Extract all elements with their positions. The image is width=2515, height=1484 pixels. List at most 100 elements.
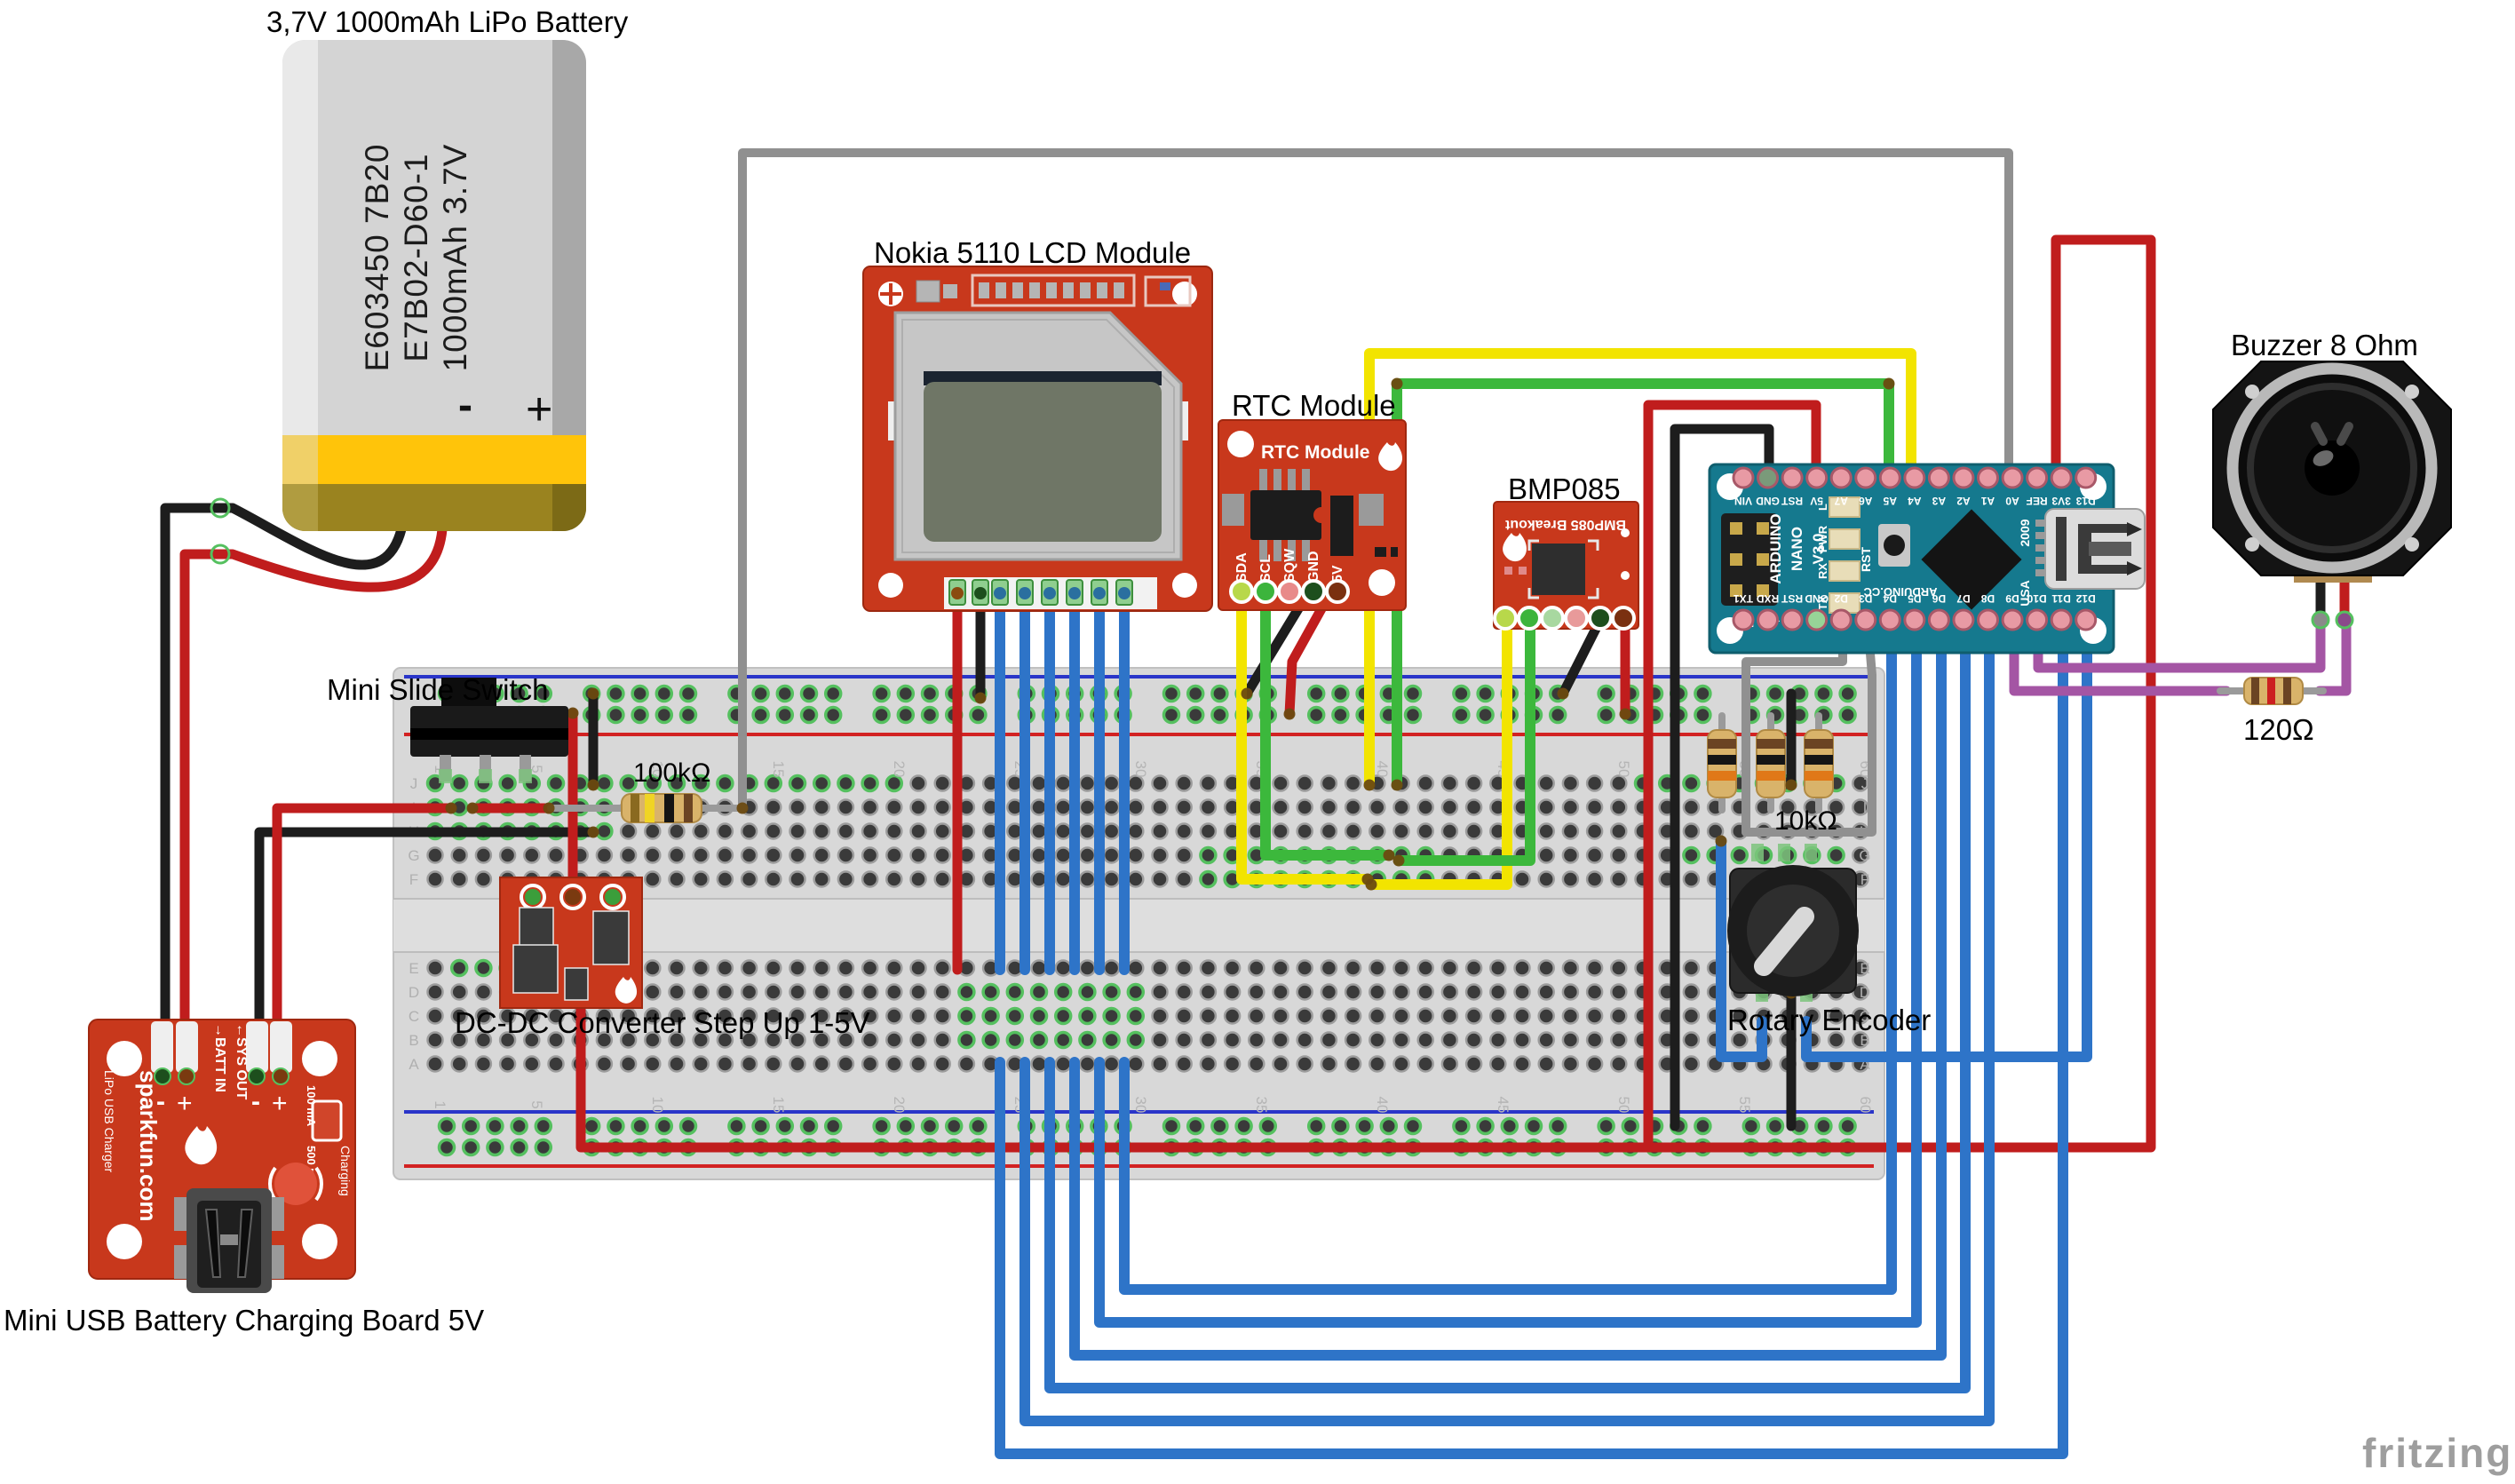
charger-plus1: + [177, 1089, 193, 1118]
resistor-120ohm[interactable] [2244, 678, 2303, 704]
svg-text:1: 1 [432, 1100, 448, 1108]
arduino-nano-board[interactable]: ICSP ARDUINONANOV3.0 LPWRRXTX RST 2009 U… [1710, 464, 2145, 653]
buzzer-speaker[interactable] [2213, 361, 2451, 628]
fritzing-canvas: JJIIHHGGFFEEDDCCBBAA11551010151520202525… [0, 0, 2515, 1484]
svg-text:C: C [409, 1008, 419, 1025]
svg-text:D7: D7 [1956, 592, 1971, 605]
svg-text:E: E [1860, 960, 1869, 977]
nokia-5110-lcd-module[interactable] [863, 266, 1212, 611]
charger-batt-in-label: →BATT IN [212, 1023, 227, 1092]
caption-rtc: RTC Module [1232, 389, 1396, 422]
svg-text:D: D [409, 984, 419, 1001]
charger-sys-out-label: ←SYS OUT [234, 1023, 249, 1099]
charger-charging-label: Charging [338, 1146, 353, 1196]
svg-text:60: 60 [1857, 1097, 1874, 1114]
svg-text:E: E [409, 960, 418, 977]
svg-text:RXD: RXD [1757, 592, 1780, 605]
charger-minus2: - [251, 1087, 260, 1116]
svg-text:15: 15 [770, 761, 787, 778]
svg-text:20: 20 [891, 761, 908, 778]
svg-text:GND: GND [1306, 551, 1321, 583]
svg-text:G: G [1859, 847, 1870, 864]
svg-text:I: I [1863, 799, 1868, 816]
charger-product: LiPo USB Charger [102, 1070, 116, 1173]
svg-text:RST: RST [1781, 495, 1803, 507]
svg-text:20: 20 [891, 1097, 908, 1114]
svg-text:D13: D13 [2075, 495, 2095, 507]
svg-text:D6: D6 [1932, 592, 1946, 605]
svg-text:SQW: SQW [1282, 548, 1297, 583]
svg-text:D8: D8 [1981, 592, 1995, 605]
caption-r100k: 100kΩ [633, 758, 710, 788]
bmp-board-text: BMP085 Breakout [1504, 517, 1626, 532]
svg-text:J: J [410, 775, 418, 792]
svg-text:D10: D10 [2027, 592, 2046, 605]
lipo-battery[interactable]: - + E603450 7B20 E7B02-D60-1 1000mAh 3.7… [282, 40, 586, 531]
nano-rst-label: RST [1859, 547, 1873, 572]
dcdc-converter-board[interactable] [500, 877, 642, 1008]
svg-text:G: G [408, 847, 419, 864]
svg-text:5V: 5V [1810, 495, 1823, 507]
svg-text:D: D [1860, 984, 1870, 1001]
svg-text:D9: D9 [2005, 592, 2019, 605]
svg-text:A: A [409, 1056, 419, 1073]
caption-r10k: 10kΩ [1774, 806, 1837, 836]
svg-text:TX1: TX1 [1734, 592, 1753, 605]
svg-text:J: J [1861, 775, 1869, 792]
mini-usb-port[interactable] [2035, 509, 2145, 589]
bmp085-board[interactable]: BMP085 Breakout [1494, 502, 1638, 629]
led-rx [1829, 561, 1860, 581]
rtc-module-board[interactable]: RTC Module SDASCLSQWGND5V [1218, 420, 1406, 610]
svg-text:10: 10 [649, 1097, 666, 1114]
caption-r120: 120Ω [2243, 713, 2314, 746]
svg-text:40: 40 [1374, 1097, 1391, 1114]
battery-minus: - [458, 382, 472, 429]
svg-text:50: 50 [1615, 761, 1632, 778]
svg-text:B: B [409, 1032, 418, 1049]
charger-plus2: + [272, 1089, 288, 1118]
svg-text:F: F [1860, 871, 1869, 888]
lipo-usb-charger-board[interactable]: →BATT IN ←SYS OUT - + - + sparkfun.com L… [89, 1020, 355, 1293]
caption-lcd: Nokia 5110 LCD Module [874, 236, 1191, 269]
svg-text:30: 30 [1132, 761, 1149, 778]
svg-text:45: 45 [1495, 1097, 1511, 1114]
svg-text:D12: D12 [2075, 592, 2095, 605]
svg-text:15: 15 [770, 1097, 787, 1114]
svg-text:VIN: VIN [1734, 495, 1752, 507]
svg-text:5V: 5V [1330, 565, 1345, 583]
svg-text:A6: A6 [1859, 495, 1873, 507]
svg-text:F: F [409, 871, 418, 888]
svg-text:D3: D3 [1859, 592, 1873, 605]
svg-text:A1: A1 [1981, 495, 1995, 507]
svg-text:40: 40 [1374, 761, 1391, 778]
svg-text:A2: A2 [1956, 495, 1971, 507]
svg-text:GND: GND [1805, 592, 1829, 605]
svg-text:A4: A4 [1908, 495, 1922, 507]
caption-encoder: Rotary Encoder [1727, 1004, 1931, 1036]
charger-100ma-label: 100 mA [305, 1085, 318, 1127]
svg-text:SCL: SCL [1258, 554, 1273, 583]
lcd-screen [924, 382, 1162, 542]
battery-text-line1: E603450 7B20 [359, 144, 395, 372]
caption-buzzer: Buzzer 8 Ohm [2231, 329, 2418, 361]
caption-battery: 3,7V 1000mAh LiPo Battery [266, 5, 629, 38]
svg-text:PWR: PWR [1816, 525, 1829, 552]
svg-text:RX: RX [1816, 563, 1829, 579]
fritzing-watermark: fritzing [2362, 1430, 2512, 1476]
wire-battery-negative[interactable] [165, 508, 401, 1075]
caption-charger: Mini USB Battery Charging Board 5V [4, 1304, 484, 1337]
resistor-10k-group[interactable] [1708, 716, 1833, 810]
charger-brand: sparkfun.com [135, 1070, 162, 1222]
svg-text:3V3: 3V3 [2051, 495, 2071, 507]
caption-dcdc: DC-DC Converter Step Up 1-5V [455, 1006, 870, 1039]
svg-text:50: 50 [1615, 1097, 1632, 1114]
mini-usb-connector[interactable] [174, 1188, 284, 1293]
svg-text:D4: D4 [1883, 592, 1897, 605]
svg-text:55: 55 [1736, 1097, 1753, 1114]
svg-text:A3: A3 [1932, 495, 1946, 507]
battery-plus: + [526, 384, 552, 435]
nano-year: 2009 [2018, 519, 2032, 546]
svg-text:ARDUINO: ARDUINO [1767, 513, 1784, 583]
battery-yellow-band [282, 435, 586, 484]
battery-text-line2: E7B02-D60-1 [398, 153, 434, 361]
